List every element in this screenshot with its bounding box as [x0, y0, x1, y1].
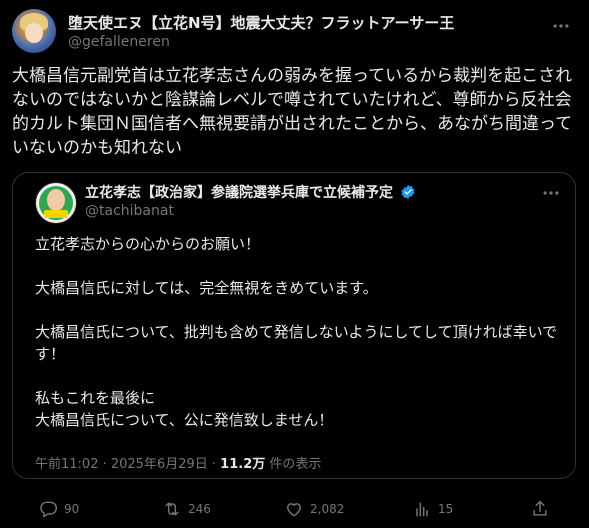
heart-icon: [287, 503, 301, 517]
post-header: 堕天使エヌ【立花N号】地震大丈夫？フラットアーサー王 @gefalleneren: [12, 8, 577, 54]
verified-badge-icon: [400, 184, 416, 200]
share-icon: [533, 500, 547, 516]
share-button[interactable]: [530, 498, 556, 520]
author-avatar[interactable]: [12, 9, 56, 53]
quoted-paragraph: 大橋昌信氏について、批判も含めて発信しないようにしてして頂ければ幸いです！: [35, 323, 558, 363]
quoted-author-name[interactable]: 立花孝志【政治家】参議院選挙兵庫で立候補予定: [85, 185, 393, 201]
views-count: 11.2万: [220, 457, 266, 472]
quoted-author-name-row[interactable]: 立花孝志【政治家】参議院選挙兵庫で立候補予定: [85, 182, 416, 202]
author-name[interactable]: 堕天使エヌ【立花N号】地震大丈夫？フラットアーサー王: [68, 12, 454, 33]
quoted-author-handle[interactable]: @tachibanat: [85, 203, 174, 219]
quoted-paragraph: 立花孝志からの心からのお願い！: [35, 235, 261, 253]
retweet-icon: [165, 502, 179, 516]
reply-button[interactable]: 90: [38, 498, 79, 520]
quoted-post-meta: 午前11:02 · 2025年6月29日 · 11.2万 件の表示: [35, 453, 321, 472]
views-label: 件の表示: [269, 457, 322, 472]
quoted-paragraph: 私もこれを最後に 大橋昌信氏について、公に発信致しません！: [35, 389, 334, 429]
quoted-paragraph: 大橋昌信氏に対しては、完全無視をきめています。: [35, 279, 378, 297]
retweet-count: 246: [188, 502, 211, 516]
timestamp[interactable]: 午前11:02 · 2025年6月29日 ·: [35, 457, 216, 472]
views-count: 15: [438, 502, 454, 516]
more-icon[interactable]: [551, 16, 571, 36]
retweet-button[interactable]: 246: [162, 498, 211, 520]
bar-chart-icon: [416, 502, 428, 517]
post-text: 大橋昌信元副党首は立花孝志さんの弱みを握っているから裁判を起こされないのではない…: [12, 66, 573, 158]
quoted-post[interactable]: 立花孝志【政治家】参議院選挙兵庫で立候補予定 @tachibanat 立花孝志か…: [12, 172, 576, 479]
reply-count: 90: [64, 502, 80, 516]
like-button[interactable]: 2,082: [284, 498, 344, 520]
reply-icon: [40, 501, 58, 518]
quoted-author-avatar[interactable]: [35, 182, 77, 224]
views-button[interactable]: 15: [412, 498, 453, 520]
more-icon[interactable]: [541, 183, 561, 203]
action-bar: 90 246 2,082 15: [12, 492, 577, 524]
quoted-post-text: 立花孝志からの心からのお願い！ 大橋昌信氏に対しては、完全無視をきめています。 …: [35, 233, 560, 431]
like-count: 2,082: [310, 502, 345, 516]
author-handle[interactable]: @gefalleneren: [68, 34, 170, 50]
